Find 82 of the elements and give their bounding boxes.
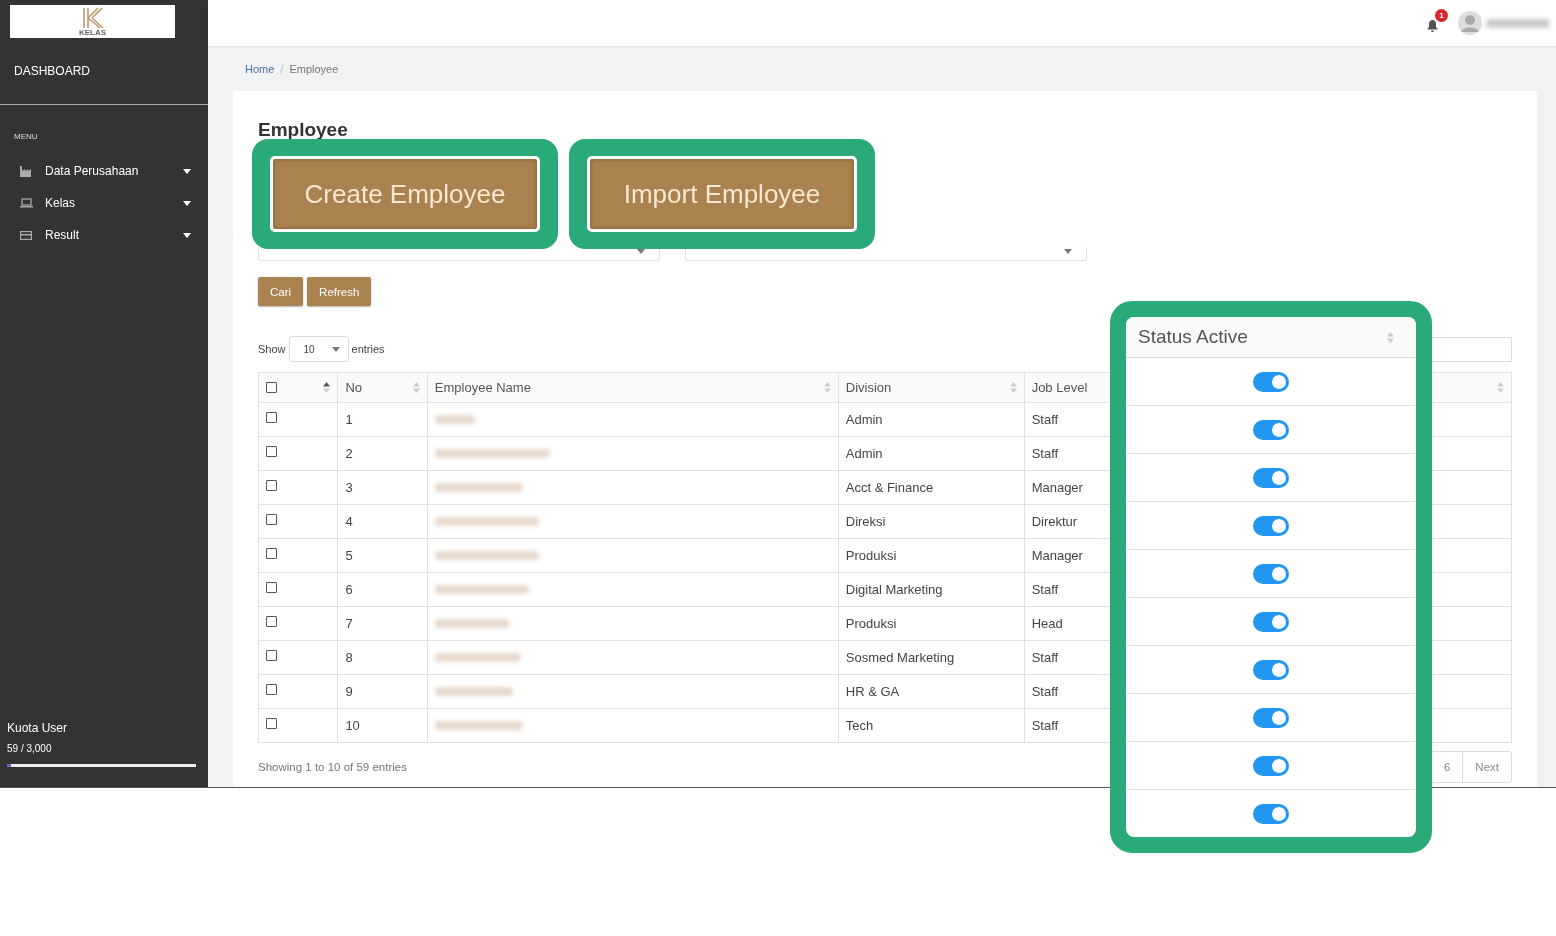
table-info: Showing 1 to 10 of 59 entries	[258, 761, 407, 773]
quota-label: Kuota User	[7, 721, 69, 735]
table-cell: Admin	[838, 402, 1025, 437]
factory-icon	[20, 165, 32, 177]
column-header[interactable]: Division	[845, 380, 892, 395]
breadcrumb-link[interactable]: Home	[245, 62, 275, 75]
toggle-switch[interactable]	[1253, 419, 1289, 440]
user-menu[interactable]	[1458, 11, 1550, 35]
toggle-switch[interactable]	[1253, 707, 1289, 728]
checkbox[interactable]	[266, 412, 277, 423]
breadcrumb-separator: /	[280, 62, 284, 75]
checkbox[interactable]	[266, 382, 277, 393]
table-cell: Direksi	[838, 504, 1025, 539]
table-cell: Acct & Finance	[838, 470, 1025, 505]
sort-icon[interactable]	[323, 382, 331, 393]
caret-icon	[1064, 249, 1072, 254]
search-field[interactable]	[1432, 336, 1512, 362]
table-cell: 3	[337, 470, 428, 505]
sidebar-item[interactable]: Data Perusahaan	[0, 155, 208, 187]
caret-icon	[183, 232, 191, 238]
laptop-icon	[19, 198, 33, 208]
menu-label: MENU	[13, 131, 39, 143]
column-header[interactable]: No	[345, 380, 362, 395]
bell-icon[interactable]	[1427, 20, 1438, 32]
card-icon	[20, 230, 32, 240]
sidebar-item[interactable]: Result	[0, 219, 208, 251]
table-cell: Sosmed Marketing	[838, 640, 1025, 675]
table-cell: 10	[337, 708, 428, 743]
checkbox[interactable]	[266, 548, 277, 559]
checkbox[interactable]	[266, 446, 277, 457]
blurred-name	[434, 415, 475, 424]
toggle-switch[interactable]	[1253, 755, 1289, 776]
entries-select[interactable]: 10	[288, 336, 349, 362]
toggle-switch[interactable]	[1253, 563, 1289, 584]
column-header[interactable]: Job Level	[1031, 380, 1088, 395]
k-logo-icon	[81, 6, 104, 29]
logo-text: KELAS	[78, 28, 107, 37]
checkbox[interactable]	[266, 582, 277, 593]
toggle-switch[interactable]	[1253, 611, 1289, 632]
table-cell: 1	[337, 402, 428, 437]
toggle-switch[interactable]	[1253, 371, 1289, 392]
table-cell: 7	[337, 606, 428, 641]
checkbox[interactable]	[266, 650, 277, 661]
table-cell: Produksi	[838, 538, 1025, 573]
table-cell: 5	[337, 538, 428, 573]
table-cell: 2	[337, 436, 428, 471]
caret-icon	[183, 168, 191, 174]
action-button[interactable]: Refresh	[307, 277, 372, 306]
pagination-button[interactable]: 6	[1431, 752, 1463, 782]
table-cell: 8	[337, 640, 428, 675]
action-button[interactable]: Cari	[258, 277, 304, 306]
column-header[interactable]: Employee Name	[434, 380, 531, 395]
notification-badge: 1	[1435, 9, 1448, 22]
blurred-username	[1486, 18, 1550, 28]
show-label: Show	[258, 343, 286, 355]
pagination-button[interactable]: Next	[1462, 752, 1511, 782]
logo[interactable]: KELAS	[10, 5, 175, 38]
toggle-switch[interactable]	[1253, 803, 1289, 824]
caret-icon	[183, 200, 191, 206]
table-cell: 4	[337, 504, 428, 539]
table-cell: Digital Marketing	[838, 572, 1025, 607]
quota-value: 59 / 3,000	[7, 743, 53, 754]
page-title: Employee	[258, 118, 349, 138]
checkbox[interactable]	[266, 616, 277, 627]
table-cell: 6	[337, 572, 428, 607]
caret-icon	[331, 346, 340, 352]
checkbox[interactable]	[266, 480, 277, 491]
entries-label: entries	[351, 343, 385, 355]
table-cell: Tech	[838, 708, 1025, 743]
table-cell: Produksi	[838, 606, 1025, 641]
checkbox[interactable]	[266, 684, 277, 695]
toggle-switch[interactable]	[1253, 515, 1289, 536]
table-cell: Admin	[838, 436, 1025, 471]
table-cell: HR & GA	[838, 674, 1025, 709]
checkbox[interactable]	[266, 718, 277, 729]
checkbox[interactable]	[266, 514, 277, 525]
toggle-switch[interactable]	[1253, 659, 1289, 680]
sidebar-item[interactable]: Kelas	[0, 187, 208, 219]
table-cell: 9	[337, 674, 428, 709]
avatar-icon	[1458, 11, 1482, 35]
toggle-switch[interactable]	[1253, 467, 1289, 488]
breadcrumb-current: Employee	[289, 62, 339, 75]
